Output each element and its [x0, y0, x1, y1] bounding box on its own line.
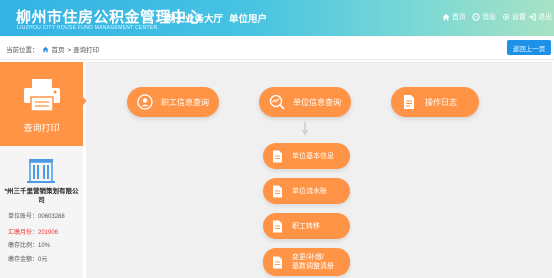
info-value: 0元 — [38, 257, 48, 263]
document-icon — [273, 220, 282, 232]
info-deposit-amount: 缴存金额：0元 — [8, 254, 47, 263]
home-icon — [42, 46, 48, 52]
document-icon — [404, 95, 414, 109]
home-link-label: 首页 — [452, 14, 466, 21]
message-link-label: 消息 — [482, 14, 496, 21]
document-icon — [273, 256, 282, 268]
employee-info-query-button[interactable]: 职工信息查询 — [127, 87, 219, 117]
document-icon — [273, 150, 282, 162]
operation-log-label: 操作日志 — [425, 97, 457, 107]
unit-basic-info-button[interactable]: 单位基本信息 — [263, 143, 350, 169]
info-label: 汇缴月份： — [8, 230, 39, 236]
breadcrumb-home[interactable]: 首页 — [52, 44, 65, 54]
nav-unit-user[interactable]: 单位用户 — [229, 11, 267, 25]
logout-icon — [528, 13, 536, 21]
employee-info-query-label: 职工信息查询 — [161, 97, 209, 107]
employee-transfer-label: 职工转移 — [292, 222, 320, 230]
unit-ledger-button[interactable]: 单位流水账 — [263, 178, 350, 204]
top-header: 柳州市住房公积金管理中心 LIUZHOU CITY HOUSE FUND MAN… — [0, 0, 554, 36]
unit-ledger-label: 单位流水账 — [292, 187, 327, 195]
home-icon — [442, 13, 450, 21]
site-subtitle: LIUZHOU CITY HOUSE FUND MANAGEMENT CENTE… — [17, 25, 158, 31]
nav-online-hall[interactable]: 网上业务大厅 — [166, 11, 223, 25]
change-supplement-base-button[interactable]: 变更/补缴/ 基数调整清册 — [263, 248, 350, 276]
info-label: 缴存比例： — [8, 243, 39, 249]
unit-info-query-button[interactable]: 单位信息查询 — [259, 87, 351, 117]
info-value: 201906 — [38, 230, 59, 236]
down-arrow-icon — [302, 122, 308, 135]
info-label: 缴存金额： — [8, 257, 39, 263]
breadcrumb-current: > 查询打印 — [67, 47, 100, 54]
person-search-icon — [137, 94, 153, 110]
info-deposit-ratio: 缴存比例：10% — [8, 240, 50, 249]
gear-icon — [502, 13, 510, 21]
sidebar-menu-label: 查询打印 — [23, 123, 60, 133]
unit-info-query-label: 单位信息查询 — [293, 97, 341, 107]
info-label: 单位账号： — [8, 214, 39, 220]
info-payment-month: 汇缴月份：201906 — [8, 227, 58, 236]
logout-link[interactable]: 退出 — [528, 12, 552, 22]
message-link[interactable]: 消息 — [472, 12, 496, 22]
printer-icon — [24, 79, 60, 112]
document-icon — [273, 185, 282, 197]
company-name: *州三千里营销策划有限公司 — [4, 188, 79, 204]
building-icon — [27, 159, 55, 183]
logout-link-label: 退出 — [538, 14, 552, 21]
employee-transfer-button[interactable]: 职工转移 — [263, 213, 350, 239]
settings-link[interactable]: 设置 — [502, 12, 526, 22]
back-button[interactable]: 返回上一页 — [507, 40, 551, 55]
info-unit-account: 单位账号：00603288 — [8, 211, 65, 220]
change-supplement-base-label: 变更/补缴/ 基数调整清册 — [292, 253, 334, 271]
breadcrumb-bar: 当前位置： 首页 > 查询打印 — [0, 36, 554, 60]
chart-search-icon — [269, 94, 285, 110]
operation-log-button[interactable]: 操作日志 — [391, 87, 479, 117]
breadcrumb-prefix: 当前位置： — [6, 47, 39, 54]
info-value: 00603288 — [38, 214, 65, 220]
message-icon — [472, 13, 480, 21]
settings-link-label: 设置 — [512, 14, 526, 21]
label-line-2: 基数调整清册 — [292, 263, 334, 270]
breadcrumb: 当前位置： 首页 > 查询打印 — [6, 44, 99, 54]
unit-basic-info-label: 单位基本信息 — [292, 152, 334, 160]
home-link[interactable]: 首页 — [442, 12, 466, 22]
info-value: 10% — [38, 243, 51, 249]
label-line-1: 变更/补缴/ — [292, 254, 324, 261]
